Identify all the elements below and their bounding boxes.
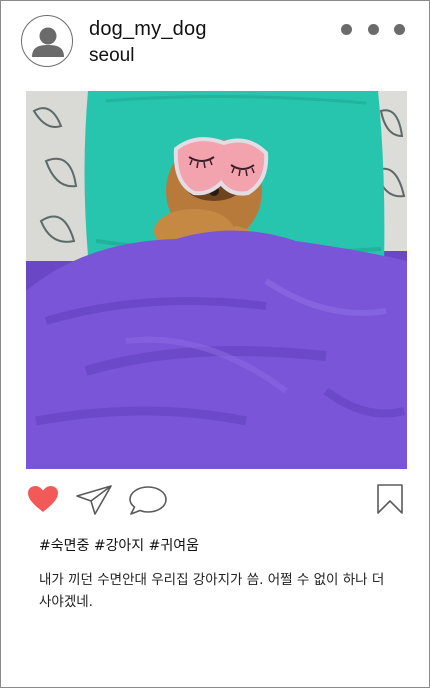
heart-filled-icon (28, 486, 58, 512)
more-dot-icon (341, 23, 352, 35)
share-button[interactable] (75, 484, 113, 516)
like-button[interactable] (27, 485, 59, 513)
post-hashtags[interactable]: #숙면중 #강아지 #귀여움 (39, 536, 199, 556)
sleeping-dog-photo (26, 91, 407, 469)
paper-plane-icon (76, 485, 112, 515)
post-caption: 내가 끼던 수면안대 우리집 강아지가 씀. 어쩔 수 없이 하나 더 사야겠네… (39, 572, 385, 610)
post-card: dog_my_dog seoul #숙면중 #강아지 #귀여움 내가 끼던 수면… (0, 0, 430, 688)
speech-bubble-icon (129, 486, 167, 515)
bookmark-icon (377, 484, 403, 514)
save-button[interactable] (377, 484, 403, 514)
profile-avatar[interactable] (21, 15, 73, 67)
comment-button[interactable] (127, 485, 169, 517)
more-dot-icon (394, 23, 405, 35)
more-dot-icon (367, 23, 379, 35)
username[interactable]: dog_my_dog (89, 17, 207, 41)
user-avatar-icon (32, 27, 64, 57)
post-actions (1, 477, 429, 523)
location[interactable]: seoul (89, 44, 134, 68)
post-photo[interactable] (26, 91, 407, 469)
more-options-button[interactable] (341, 19, 405, 39)
post-header: dog_my_dog seoul (1, 1, 429, 91)
